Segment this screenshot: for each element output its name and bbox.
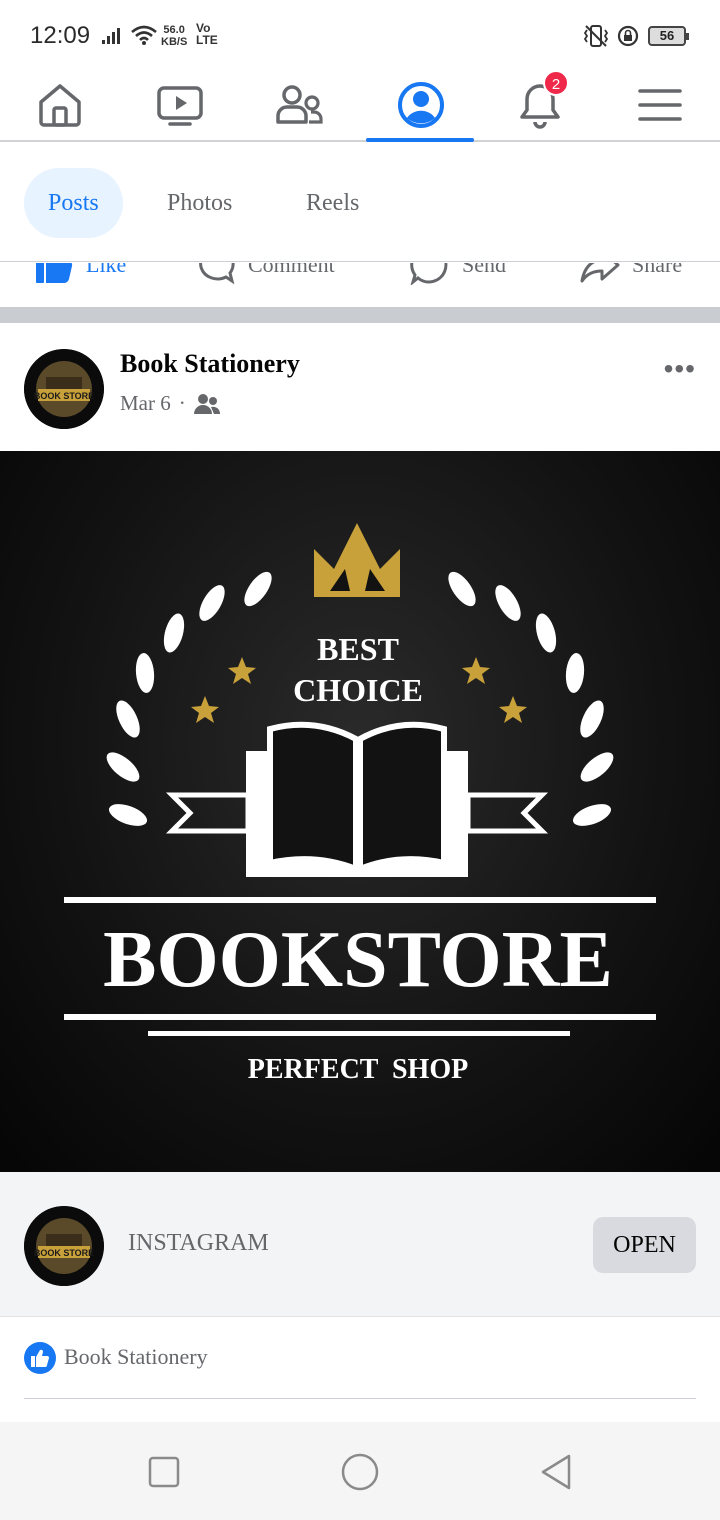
friends-icon xyxy=(276,85,323,124)
nav-notifications[interactable]: 2 xyxy=(485,70,595,140)
back-button[interactable] xyxy=(536,1452,576,1492)
like-thumb-icon xyxy=(36,263,73,284)
svg-text:BOOK STORE: BOOK STORE xyxy=(34,1248,94,1258)
back-triangle-icon xyxy=(541,1454,571,1490)
like-reaction-icon xyxy=(24,1342,56,1374)
like-label: Like xyxy=(86,263,127,277)
choice-text: CHOICE xyxy=(293,672,423,708)
send-label: Send xyxy=(462,263,506,277)
volte-bottom: LTE xyxy=(196,33,218,47)
notification-badge: 2 xyxy=(543,70,569,96)
rotation-lock-icon xyxy=(617,25,639,47)
page-avatar[interactable]: BOOK STORE xyxy=(24,349,104,429)
post-image[interactable]: BEST CHOICE BOOKSTORE PERFECT SHOP xyxy=(0,451,720,1172)
link-card[interactable]: BOOK STORE INSTAGRAM OPEN xyxy=(0,1172,720,1317)
share-action[interactable]: Share xyxy=(580,263,682,285)
nav-profile[interactable] xyxy=(366,70,476,142)
top-navigation: 2 xyxy=(0,70,720,142)
reactions-summary[interactable]: Book Stationery xyxy=(0,1318,720,1398)
ribbon xyxy=(165,792,251,834)
home-circle-icon xyxy=(341,1453,379,1491)
share-arrow-icon xyxy=(580,263,620,283)
laurel-right xyxy=(448,571,614,826)
menu-hamburger-icon xyxy=(638,89,682,121)
wifi-icon xyxy=(131,25,157,45)
open-book-icon xyxy=(267,721,359,874)
post-date[interactable]: Mar 6 xyxy=(120,391,171,416)
perfect-shop-text: PERFECT SHOP xyxy=(248,1054,468,1085)
nav-friends[interactable] xyxy=(245,70,355,140)
home-icon xyxy=(39,84,81,127)
comment-bubble-icon xyxy=(199,263,235,285)
home-button[interactable] xyxy=(340,1452,380,1492)
send-action[interactable]: Send xyxy=(410,263,506,285)
nav-menu[interactable] xyxy=(605,70,715,140)
bookstore-logo: BOOK STORE xyxy=(24,1206,104,1286)
feed-separator xyxy=(0,307,720,323)
nav-watch[interactable] xyxy=(125,70,235,140)
svg-text:BOOK STORE: BOOK STORE xyxy=(34,391,94,401)
previous-post-actions: Like Comment Send Share xyxy=(0,263,720,307)
system-navigation-bar xyxy=(0,1422,720,1520)
watch-video-icon xyxy=(157,86,203,126)
network-speed-unit: KB/S xyxy=(161,36,188,48)
link-card-avatar: BOOK STORE xyxy=(24,1206,104,1286)
battery-indicator: 56 xyxy=(648,26,689,46)
volte-indicator: Vo LTE xyxy=(196,22,218,46)
profile-tabs: Posts Photos Reels xyxy=(0,144,720,262)
comment-action[interactable]: Comment xyxy=(196,263,335,285)
link-site-name: INSTAGRAM xyxy=(128,1230,269,1256)
profile-icon xyxy=(398,82,444,128)
best-text: BEST xyxy=(317,631,399,667)
bookstore-artwork: BEST CHOICE BOOKSTORE PERFECT SHOP xyxy=(64,523,656,1085)
nav-home[interactable] xyxy=(5,70,115,140)
like-action[interactable]: Like xyxy=(34,263,126,285)
post-header: BOOK STORE Book Stationery Mar 6 · ••• xyxy=(0,323,720,451)
cell-signal-icon xyxy=(102,28,120,44)
share-label: Share xyxy=(632,263,683,277)
bookstore-logo: BOOK STORE xyxy=(24,349,104,429)
tab-photos[interactable]: Photos xyxy=(143,168,256,238)
friends-audience-icon xyxy=(193,393,220,414)
thumbs-up-icon xyxy=(31,1349,49,1367)
post-author[interactable]: Book Stationery xyxy=(120,349,300,379)
meta-separator: · xyxy=(178,391,186,415)
tab-reels[interactable]: Reels xyxy=(282,168,383,238)
open-button[interactable]: OPEN xyxy=(593,1217,696,1273)
reactions-divider xyxy=(24,1398,696,1399)
recents-button[interactable] xyxy=(144,1452,184,1492)
network-speed-value: 56.0 xyxy=(163,24,185,36)
post-meta: Mar 6 · xyxy=(120,391,220,416)
clock: 12:09 xyxy=(30,22,91,49)
bookstore-title: BOOKSTORE xyxy=(103,916,613,1004)
vibrate-icon xyxy=(583,25,609,47)
recents-square-icon xyxy=(148,1456,180,1488)
tab-posts[interactable]: Posts xyxy=(24,168,123,238)
post-more-options-icon[interactable]: ••• xyxy=(664,353,696,385)
status-bar: 12:09 56.0 KB/S Vo LTE 56 xyxy=(0,0,720,70)
comment-label: Comment xyxy=(248,263,335,277)
reactors-names: Book Stationery xyxy=(64,1344,208,1369)
whatsapp-send-icon xyxy=(410,263,448,285)
network-speed: 56.0 KB/S xyxy=(161,24,187,48)
crown-icon xyxy=(314,523,400,597)
